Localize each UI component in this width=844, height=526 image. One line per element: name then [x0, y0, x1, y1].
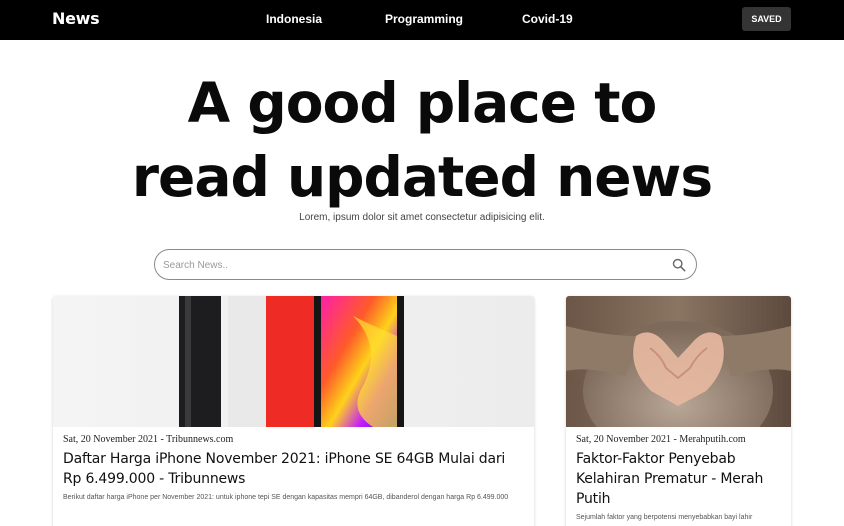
article-image-iphone[interactable] — [53, 296, 534, 427]
article-image-pregnancy[interactable] — [566, 296, 791, 427]
article-description: Sejumlah faktor yang berpotensi menyebab… — [576, 514, 753, 521]
brand-logo[interactable]: News — [52, 9, 100, 28]
article-description: Berikut daftar harga iPhone per November… — [63, 494, 509, 501]
search-icon[interactable] — [672, 258, 686, 272]
article-card[interactable]: Sat, 20 November 2021 - Merahputih.com F… — [566, 296, 791, 526]
hero-title: A good place to read updated news — [131, 71, 713, 209]
nav-link-programming[interactable]: Programming — [385, 12, 463, 26]
hero-subtitle: Lorem, ipsum dolor sit amet consectetur … — [299, 212, 545, 223]
article-title[interactable]: Faktor-Faktor Penyebab Kelahiran Prematu… — [576, 449, 781, 509]
search-input[interactable] — [163, 255, 653, 275]
navbar: News Indonesia Programming Covid-19 SAVE… — [0, 0, 844, 40]
article-card[interactable]: Sat, 20 November 2021 - Tribunnews.com D… — [53, 296, 534, 526]
nav-link-covid[interactable]: Covid-19 — [522, 12, 573, 26]
article-meta: Sat, 20 November 2021 - Merahputih.com — [576, 434, 746, 445]
saved-button[interactable]: SAVED — [742, 7, 791, 31]
search-box[interactable] — [154, 249, 697, 280]
article-title[interactable]: Daftar Harga iPhone November 2021: iPhon… — [63, 449, 524, 489]
article-meta: Sat, 20 November 2021 - Tribunnews.com — [63, 434, 234, 445]
nav-link-indonesia[interactable]: Indonesia — [266, 12, 322, 26]
